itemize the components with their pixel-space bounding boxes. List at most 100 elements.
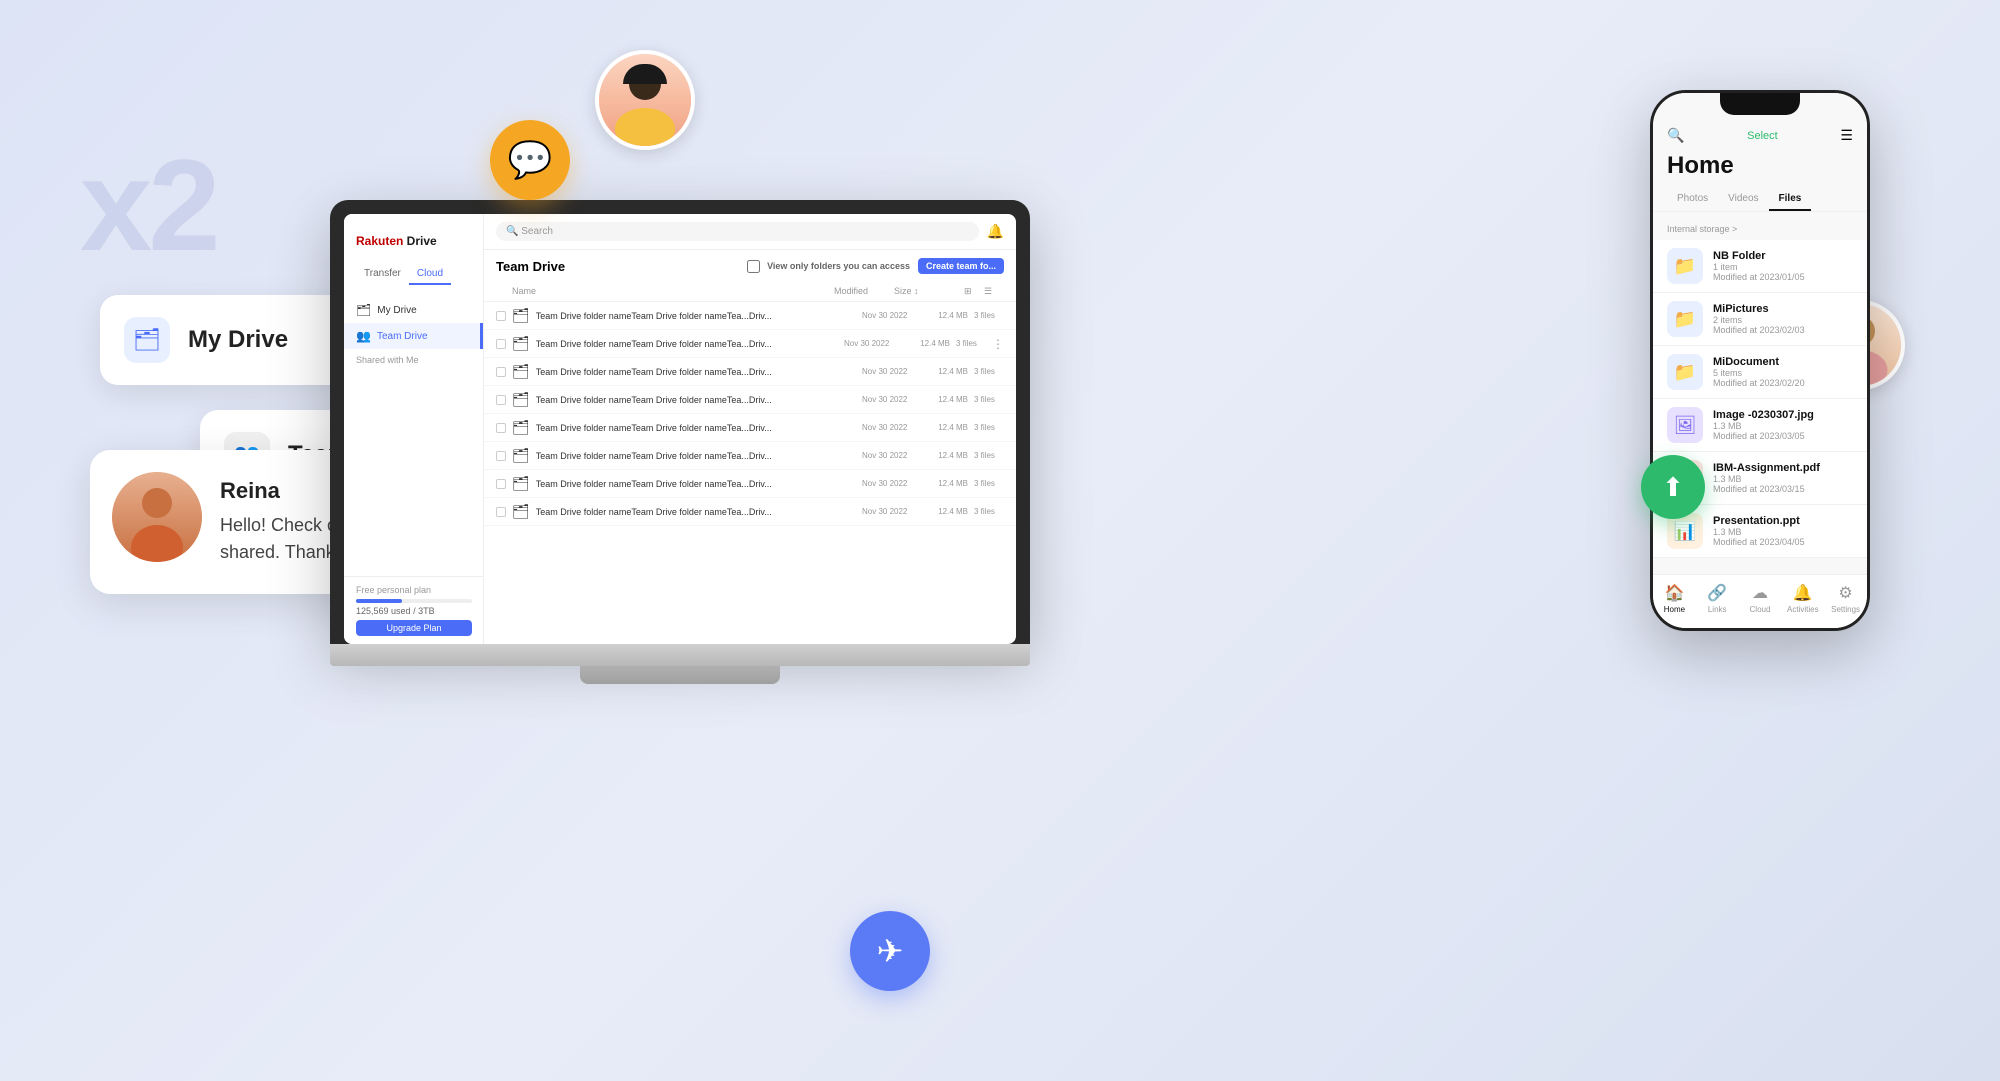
- search-bar[interactable]: 🔍 Search: [496, 222, 979, 241]
- sidebar-item-shared[interactable]: Shared with Me: [344, 349, 483, 371]
- phone-breadcrumb[interactable]: Internal storage >: [1653, 220, 1867, 240]
- folder-icon: 🗂: [512, 475, 530, 492]
- home-icon: 🏠: [1664, 583, 1684, 603]
- phone-header: 🔍 Select ☰: [1653, 123, 1867, 148]
- file-name: Team Drive folder nameTeam Drive folder …: [536, 451, 856, 461]
- cloud-section-header: Team Drive View only folders you can acc…: [484, 250, 1016, 282]
- list-item[interactable]: 📁 NB Folder 1 item Modified at 2023/01/0…: [1653, 240, 1867, 293]
- file-info: MiDocument 5 items Modified at 2023/02/2…: [1713, 356, 1853, 388]
- links-icon: 🔗: [1707, 583, 1727, 603]
- send-button[interactable]: ✈: [850, 911, 930, 991]
- file-checkbox[interactable]: [496, 423, 506, 433]
- phone-tabs: Photos Videos Files: [1653, 188, 1867, 212]
- folder-icon: 🗂: [512, 335, 530, 352]
- phone-nav-settings[interactable]: ⚙ Settings: [1824, 583, 1867, 614]
- phone-nav-links[interactable]: 🔗 Links: [1696, 583, 1739, 614]
- table-row[interactable]: 🗂 Team Drive folder nameTeam Drive folde…: [484, 358, 1016, 386]
- upgrade-button[interactable]: Upgrade Plan: [356, 620, 472, 636]
- file-icon: 📁: [1667, 301, 1703, 337]
- notification-icon[interactable]: 🔔: [987, 223, 1004, 240]
- file-date: Modified at 2023/01/05: [1713, 272, 1853, 282]
- phone-menu-icon[interactable]: ☰: [1840, 127, 1853, 144]
- file-name: Team Drive folder nameTeam Drive folder …: [536, 423, 856, 433]
- cloud-icon: ☁: [1752, 583, 1768, 603]
- phone-nav-activities-label: Activities: [1787, 605, 1819, 614]
- tab-transfer[interactable]: Transfer: [356, 264, 409, 285]
- file-date: Nov 30 2022: [862, 395, 922, 404]
- file-name: Team Drive folder nameTeam Drive folder …: [536, 339, 838, 349]
- folder-icon: 🗂: [512, 391, 530, 408]
- tab-photos[interactable]: Photos: [1667, 188, 1718, 211]
- file-name: Team Drive folder nameTeam Drive folder …: [536, 395, 856, 405]
- file-name: MiPictures: [1713, 303, 1853, 315]
- phone-bottom-nav: 🏠 Home 🔗 Links ☁ Cloud 🔔 Activities ⚙: [1653, 574, 1867, 628]
- table-row[interactable]: 🗂 Team Drive folder nameTeam Drive folde…: [484, 498, 1016, 526]
- list-item[interactable]: 🖼 Image -0230307.jpg 1.3 MB Modified at …: [1653, 399, 1867, 452]
- col-files: [934, 286, 964, 297]
- file-date: Modified at 2023/02/03: [1713, 325, 1853, 335]
- file-checkbox[interactable]: [496, 479, 506, 489]
- sidebar-item-teamdrive[interactable]: 👥 Team Drive: [344, 323, 483, 349]
- file-count: 3 files: [974, 311, 1004, 320]
- file-checkbox[interactable]: [496, 367, 506, 377]
- app-main: 🔍 Search 🔔 Team Drive View only folders …: [484, 214, 1016, 644]
- tab-cloud[interactable]: Cloud: [409, 264, 451, 285]
- list-item[interactable]: 📁 MiDocument 5 items Modified at 2023/02…: [1653, 346, 1867, 399]
- file-meta: 1.3 MB: [1713, 474, 1853, 484]
- app-topbar: 🔍 Search 🔔: [484, 214, 1016, 250]
- table-row[interactable]: 🗂 Team Drive folder nameTeam Drive folde…: [484, 470, 1016, 498]
- file-date: Nov 30 2022: [862, 507, 922, 516]
- list-toggle[interactable]: ☰: [984, 286, 1004, 297]
- phone-nav-home[interactable]: 🏠 Home: [1653, 583, 1696, 614]
- col-modified: Modified: [834, 286, 894, 297]
- file-checkbox[interactable]: [496, 311, 506, 321]
- file-checkbox[interactable]: [496, 395, 506, 405]
- view-options-toggle[interactable]: View only folders you can access: [747, 260, 910, 273]
- phone-select-button[interactable]: Select: [1747, 130, 1778, 142]
- tab-files[interactable]: Files: [1769, 188, 1812, 211]
- file-checkbox[interactable]: [496, 507, 506, 517]
- upload-button[interactable]: ⬆: [1641, 455, 1705, 519]
- sidebar-item-mydrive[interactable]: 🗂 My Drive: [344, 297, 483, 323]
- file-name: Team Drive folder nameTeam Drive folder …: [536, 507, 856, 517]
- tab-videos[interactable]: Videos: [1718, 188, 1768, 211]
- activities-icon: 🔔: [1793, 583, 1813, 603]
- table-row[interactable]: 🗂 Team Drive folder nameTeam Drive folde…: [484, 302, 1016, 330]
- send-icon: ✈: [877, 932, 904, 970]
- phone-nav-settings-label: Settings: [1831, 605, 1860, 614]
- phone-notch: [1720, 93, 1800, 115]
- file-date: Nov 30 2022: [862, 479, 922, 488]
- file-date: Nov 30 2022: [862, 367, 922, 376]
- file-name: Team Drive folder nameTeam Drive folder …: [536, 479, 856, 489]
- phone-search-icon[interactable]: 🔍: [1667, 127, 1684, 144]
- file-size: 12.4 MB: [928, 451, 968, 460]
- more-options-icon[interactable]: ⋮: [992, 337, 1004, 351]
- table-row[interactable]: 🗂 Team Drive folder nameTeam Drive folde…: [484, 414, 1016, 442]
- table-row[interactable]: 🗂 Team Drive folder nameTeam Drive folde…: [484, 330, 1016, 358]
- file-checkbox[interactable]: [496, 339, 506, 349]
- chat-bubble-button[interactable]: 💬: [490, 120, 570, 200]
- file-date: Modified at 2023/02/20: [1713, 378, 1853, 388]
- phone-nav-activities[interactable]: 🔔 Activities: [1781, 583, 1824, 614]
- file-date: Modified at 2023/03/05: [1713, 431, 1853, 441]
- file-name: IBM-Assignment.pdf: [1713, 462, 1853, 474]
- app-sidebar: Rakuten Drive Transfer Cloud 🗂 My Drive …: [344, 214, 484, 644]
- phone-nav-cloud[interactable]: ☁ Cloud: [1739, 583, 1782, 614]
- file-date: Nov 30 2022: [862, 423, 922, 432]
- file-date: Nov 30 2022: [862, 311, 922, 320]
- laptop-screen: Rakuten Drive Transfer Cloud 🗂 My Drive …: [344, 214, 1016, 644]
- folder-icon: 🗂: [512, 307, 530, 324]
- storage-text: 125,569 used / 3TB: [356, 606, 472, 616]
- view-options-label: View only folders you can access: [767, 261, 910, 271]
- create-team-folder-button[interactable]: Create team fo...: [918, 258, 1004, 274]
- file-size: 12.4 MB: [928, 311, 968, 320]
- file-info: NB Folder 1 item Modified at 2023/01/05: [1713, 250, 1853, 282]
- file-checkbox[interactable]: [496, 451, 506, 461]
- storage-fill: [356, 599, 402, 603]
- table-row[interactable]: 🗂 Team Drive folder nameTeam Drive folde…: [484, 386, 1016, 414]
- table-row[interactable]: 🗂 Team Drive folder nameTeam Drive folde…: [484, 442, 1016, 470]
- grid-toggle[interactable]: ⊞: [964, 286, 984, 297]
- file-size: 12.4 MB: [910, 339, 950, 348]
- list-item[interactable]: 📁 MiPictures 2 items Modified at 2023/02…: [1653, 293, 1867, 346]
- avatar-top-center: [595, 50, 695, 150]
